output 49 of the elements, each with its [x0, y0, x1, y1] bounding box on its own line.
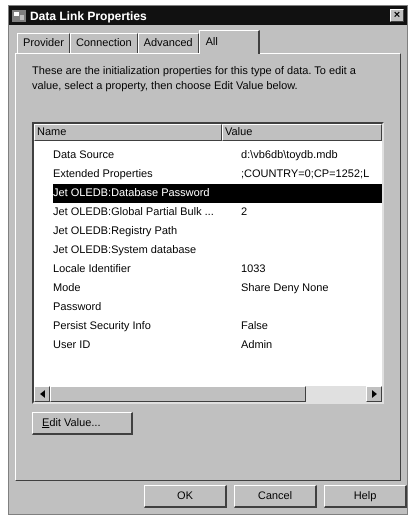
property-value: 2 [241, 205, 248, 220]
description-text: These are the initialization properties for this type of data. To edit a value, select a property, then choose Edit Value below. [32, 64, 357, 94]
tab[interactable]: Provider [17, 33, 70, 53]
property-name: Jet OLEDB:Registry Path [53, 224, 178, 240]
property-row[interactable]: Locale Identifier 1033 [53, 260, 382, 279]
property-value: False [241, 319, 268, 334]
close-button[interactable]: × [390, 9, 404, 22]
property-name: Jet OLEDB:System database [53, 243, 198, 258]
column-header[interactable]: Name [34, 124, 222, 141]
column-header[interactable]: Value [222, 124, 382, 141]
property-name: Persist Security Info [53, 319, 152, 334]
window-title: Data Link Properties [30, 8, 147, 24]
property-row[interactable]: Jet OLEDB:System database [53, 241, 382, 260]
property-name: Locale Identifier [53, 262, 132, 278]
property-name: Mode [53, 281, 82, 296]
property-row[interactable]: Extended Properties ;COUNTRY=0;CP=1252;L [53, 165, 382, 184]
horizontal-scrollbar[interactable] [34, 386, 382, 402]
tab[interactable]: All [198, 30, 260, 54]
property-row[interactable]: Jet OLEDB:Global Partial Bulk ... 2 [53, 203, 382, 222]
right-arrow-icon [372, 390, 376, 398]
dialog-button[interactable]: Help [324, 485, 407, 508]
dialog-button[interactable]: Cancel [234, 485, 317, 508]
property-name: Data Source [53, 148, 116, 164]
scroll-right-button[interactable] [366, 386, 382, 402]
property-row[interactable]: Jet OLEDB:Registry Path [53, 222, 382, 241]
property-row[interactable]: Jet OLEDB:Database Password [53, 184, 382, 203]
property-name: Jet OLEDB:Database Password [53, 186, 211, 202]
property-row[interactable]: Persist Security Info False [53, 317, 382, 336]
property-row[interactable]: User ID Admin [53, 336, 382, 355]
property-row[interactable]: Data Source d:\vb6db\toydb.mdb [53, 146, 382, 165]
property-value: Admin [241, 338, 272, 354]
property-value: ;COUNTRY=0;CP=1252;L [241, 167, 370, 182]
property-value: Share Deny None [241, 281, 328, 296]
app-icon [12, 10, 26, 22]
property-value: 1033 [241, 262, 266, 278]
edit-value-button[interactable]: Edit Value... [32, 412, 133, 435]
property-name: Jet OLEDB:Global Partial Bulk ... [53, 205, 215, 220]
tab[interactable]: Connection [70, 33, 138, 53]
scroll-left-button[interactable] [34, 386, 50, 402]
scroll-thumb[interactable] [50, 386, 306, 402]
dialog-button[interactable]: OK [144, 485, 227, 508]
property-name: Extended Properties [53, 167, 154, 182]
tab[interactable]: Advanced [138, 33, 199, 53]
property-value: d:\vb6db\toydb.mdb [241, 148, 338, 164]
left-arrow-icon [40, 390, 44, 398]
property-row[interactable]: Mode Share Deny None [53, 279, 382, 298]
property-name: User ID [53, 338, 92, 354]
property-name: Password [53, 300, 102, 316]
property-row[interactable]: Password [53, 298, 382, 317]
